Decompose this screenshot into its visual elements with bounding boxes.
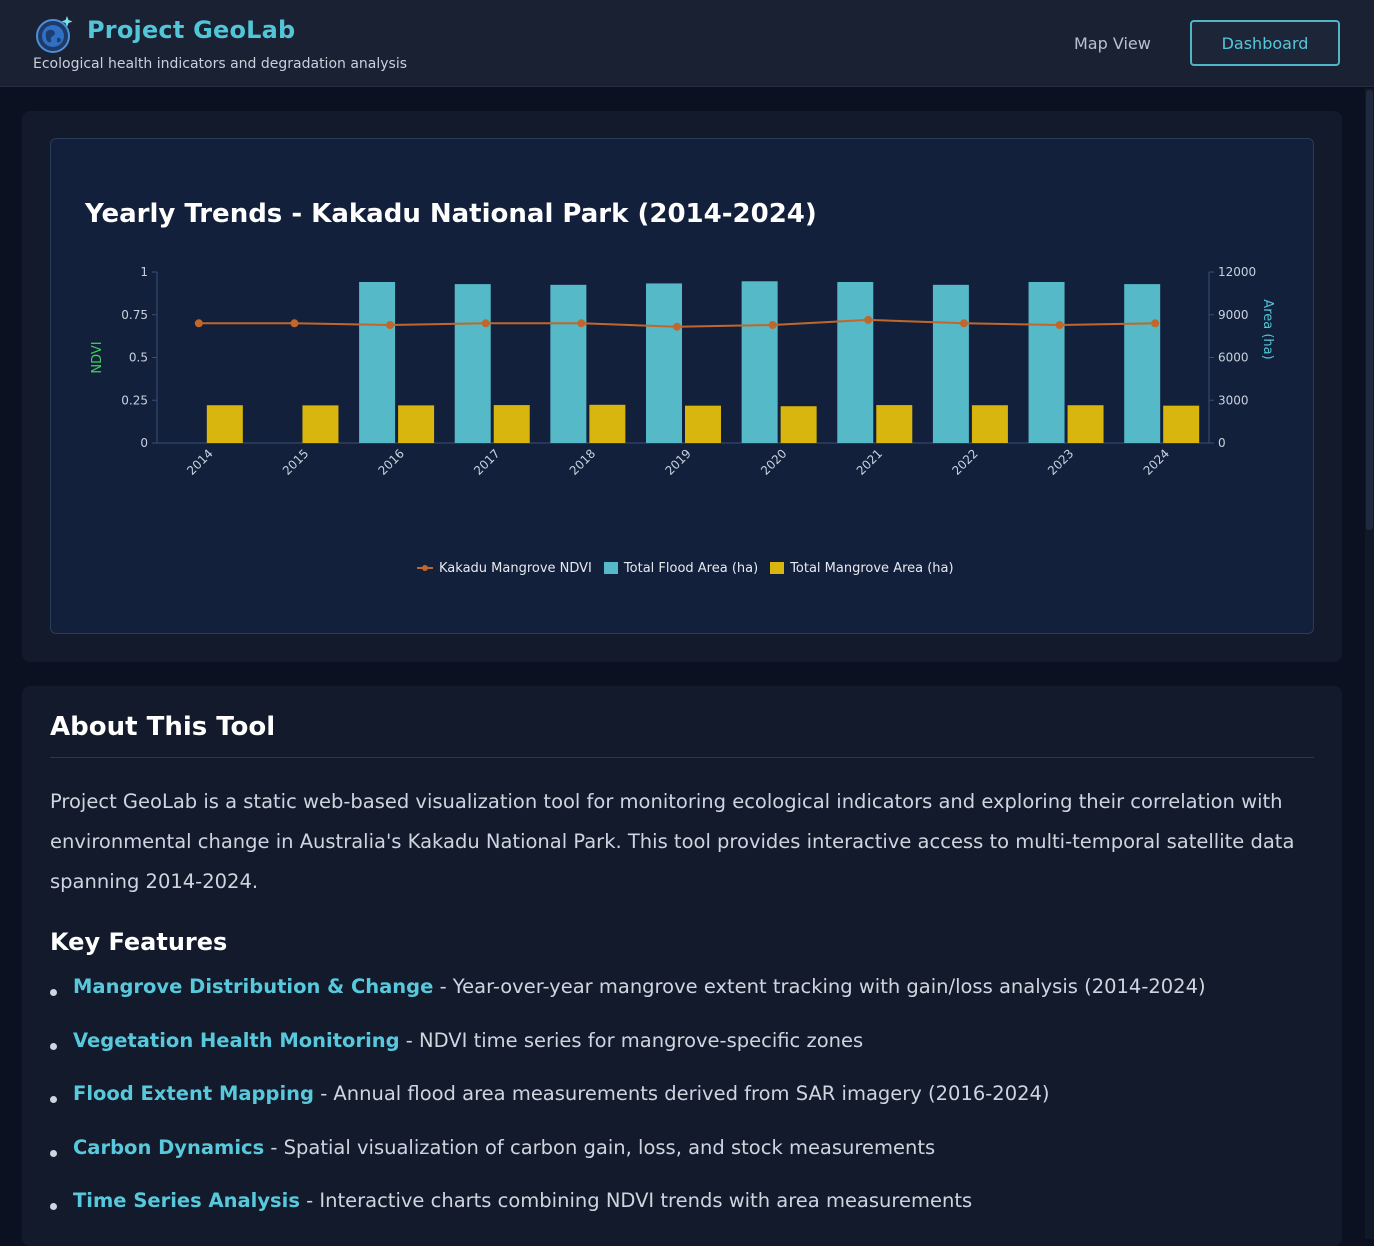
- feature-name: Mangrove Distribution & Change: [73, 975, 434, 998]
- chart-legend: Kakadu Mangrove NDVI Total Flood Area (h…: [417, 559, 966, 577]
- flood-bar: [359, 281, 396, 443]
- ndvi-point: [194, 319, 203, 328]
- mangrove-bar: [398, 405, 435, 443]
- flood-bar: [454, 284, 491, 443]
- flood-bar: [837, 281, 874, 443]
- ndvi-point: [290, 319, 299, 328]
- feature-name: Vegetation Health Monitoring: [73, 1028, 400, 1052]
- ndvi-point: [959, 319, 968, 328]
- x-tick-label: 2014: [184, 446, 215, 477]
- flood-swatch-icon: [603, 562, 618, 574]
- ndvi-point: [386, 321, 395, 330]
- legend-item-ndvi[interactable]: Kakadu Mangrove NDVI: [417, 561, 592, 576]
- line-marker-icon: [417, 562, 433, 574]
- mangrove-bar: [589, 404, 626, 443]
- left-tick-label: 0.25: [121, 393, 148, 407]
- feature-name: Carbon Dynamics: [73, 1135, 265, 1159]
- x-tick-label: 2022: [949, 446, 980, 477]
- left-tick-label: 0.5: [129, 351, 148, 365]
- yearly-trends-chart: 0 0.25 0.5 0.75 1 0 3000 6000 9000 12000 NDVI Area …: [90, 265, 1275, 478]
- x-tick-label: 2024: [1141, 446, 1172, 477]
- legend-item-flood[interactable]: Total Flood Area (ha): [603, 560, 759, 576]
- legend-item-mangrove[interactable]: Total Mangrove Area (ha): [770, 560, 954, 576]
- flood-bar: [741, 281, 778, 443]
- features-list: Mangrove Distribution & Change - Year-ov…: [50, 975, 1206, 1243]
- mangrove-bar: [1067, 405, 1104, 443]
- feature-name: Flood Extent Mapping: [73, 1082, 314, 1105]
- ndvi-point: [768, 321, 777, 330]
- list-item: Mangrove Distribution & Change - Year-ov…: [50, 975, 1206, 1029]
- x-tick-label: 2020: [758, 446, 789, 477]
- right-tick-label: 12000: [1218, 265, 1256, 279]
- ndvi-point: [1151, 319, 1160, 328]
- left-axis-title: NDVI: [90, 341, 105, 373]
- legend-label-flood: Total Flood Area (ha): [623, 560, 759, 576]
- flood-bar: [646, 283, 682, 443]
- x-tick-label: 2016: [376, 446, 407, 477]
- mangrove-bar: [971, 405, 1008, 443]
- flood-bar: [550, 284, 587, 443]
- list-item: Vegetation Health Monitoring - NDVI time…: [50, 1029, 1206, 1083]
- mangrove-bar: [685, 405, 721, 443]
- right-axis-title: Area (ha): [1260, 299, 1275, 359]
- ndvi-point: [673, 322, 681, 331]
- legend-label-mangrove: Total Mangrove Area (ha): [790, 560, 954, 576]
- flood-bar: [1124, 284, 1161, 443]
- list-item: Carbon Dynamics - Spatial visualization …: [50, 1136, 1206, 1190]
- x-tick-label: 2018: [567, 446, 598, 477]
- about-title: About This Tool: [50, 712, 276, 742]
- flood-bar: [1028, 281, 1065, 443]
- mangrove-bar: [493, 405, 530, 443]
- ndvi-point: [481, 319, 490, 328]
- right-tick-label: 9000: [1218, 308, 1249, 322]
- feature-desc: - Year-over-year mangrove extent trackin…: [433, 975, 1206, 998]
- x-tick-label: 2017: [471, 446, 502, 477]
- ndvi-point: [1055, 321, 1064, 330]
- right-tick-label: 0: [1218, 436, 1226, 450]
- ndvi-point: [577, 319, 586, 328]
- right-tick-label: 3000: [1218, 393, 1249, 407]
- legend-label-ndvi: Kakadu Mangrove NDVI: [439, 560, 592, 576]
- mangrove-swatch-icon: [770, 562, 785, 574]
- right-tick-label: 6000: [1218, 351, 1249, 365]
- left-tick-label: 1: [140, 265, 148, 279]
- divider: [50, 757, 1314, 758]
- ndvi-point: [864, 315, 873, 324]
- flood-bar: [932, 284, 969, 443]
- feature-desc: - Interactive charts combining NDVI tren…: [299, 1189, 973, 1212]
- x-tick-label: 2019: [662, 446, 693, 477]
- x-tick-label: 2015: [280, 446, 311, 477]
- feature-name: Time Series Analysis: [73, 1189, 300, 1212]
- mangrove-bar: [876, 405, 913, 443]
- list-item: Flood Extent Mapping - Annual flood area…: [50, 1082, 1206, 1136]
- left-tick-label: 0: [140, 436, 148, 450]
- feature-desc: - NDVI time series for mangrove-specific…: [399, 1028, 864, 1052]
- mangrove-bar: [302, 405, 339, 443]
- x-tick-label: 2023: [1045, 446, 1076, 477]
- about-description: Project GeoLab is a static web-based vis…: [50, 790, 1295, 893]
- mangrove-bar: [206, 405, 243, 443]
- x-tick-label: 2021: [854, 446, 885, 477]
- mangrove-bar: [1163, 405, 1200, 443]
- features-title: Key Features: [50, 928, 228, 956]
- left-tick-label: 0.75: [121, 308, 148, 322]
- list-item: Time Series Analysis - Interactive chart…: [50, 1189, 1206, 1243]
- feature-desc: - Annual flood area measurements derived…: [314, 1082, 1050, 1105]
- mangrove-bar: [780, 406, 817, 443]
- feature-desc: - Spatial visualization of carbon gain, …: [264, 1135, 936, 1159]
